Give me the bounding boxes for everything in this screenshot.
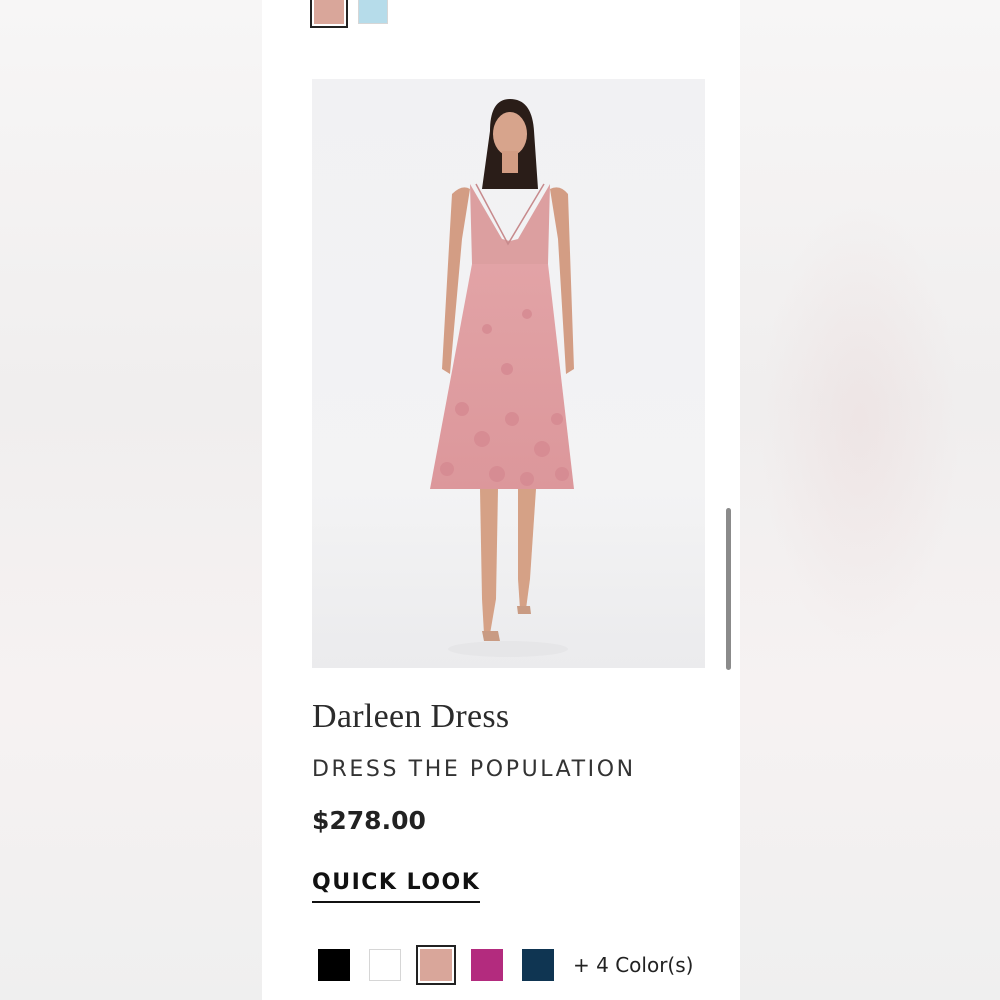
product-title[interactable]: Darleen Dress <box>312 698 509 736</box>
swatch-black[interactable] <box>318 949 350 981</box>
swatch-blush-top[interactable] <box>310 0 348 28</box>
product-image[interactable] <box>312 79 705 668</box>
model-photo <box>430 99 574 657</box>
product-price: $278.00 <box>312 806 426 835</box>
swatch-light-blue-top[interactable] <box>358 0 388 24</box>
quick-look-button[interactable]: QUICK LOOK <box>312 870 481 903</box>
swatch-white[interactable] <box>369 949 401 981</box>
swatch-navy[interactable] <box>522 949 554 981</box>
swatch-magenta[interactable] <box>471 949 503 981</box>
product-listing-screen: Darleen Dress DRESS THE POPULATION $278.… <box>262 0 740 1000</box>
color-swatches: + 4 Color(s) <box>318 945 693 985</box>
previous-product-swatches <box>310 0 388 28</box>
more-colors-link[interactable]: + 4 Color(s) <box>573 953 693 977</box>
product-brand: DRESS THE POPULATION <box>312 757 636 782</box>
background-blur-left <box>0 0 262 1000</box>
background-blur-right <box>740 0 1000 1000</box>
swatch-blush[interactable] <box>416 945 456 985</box>
scrollbar-thumb[interactable] <box>726 508 731 670</box>
